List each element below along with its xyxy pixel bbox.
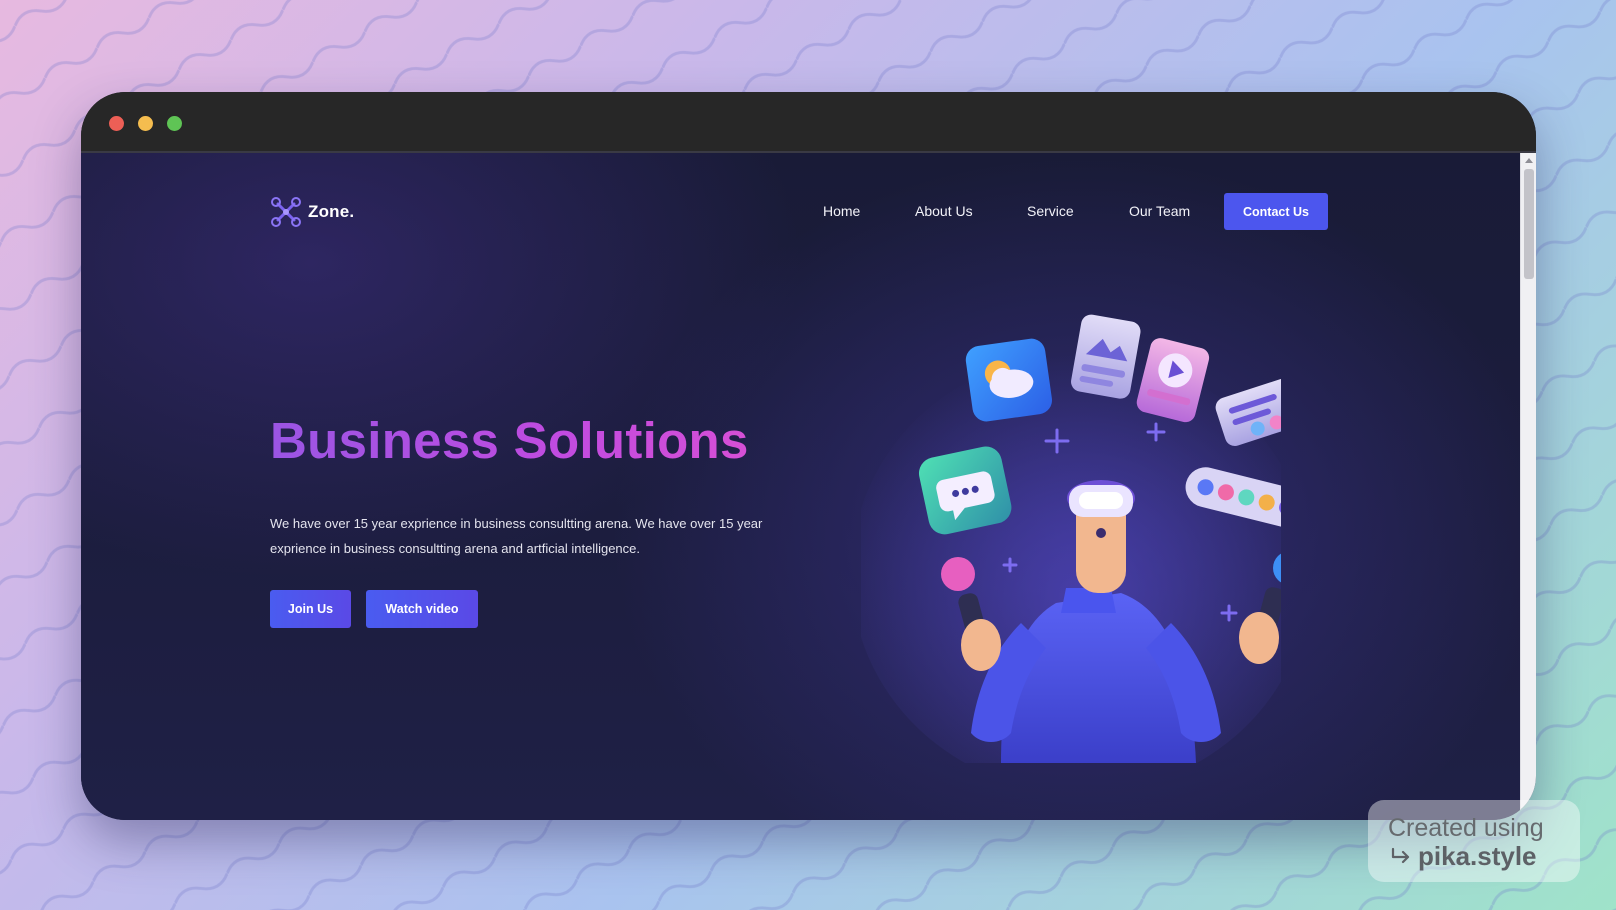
nav-item-our-team[interactable]: Our Team — [1129, 203, 1190, 219]
watermark-brand: pika.style — [1418, 841, 1537, 871]
hero-title: Business Solutions — [270, 412, 749, 469]
pika-watermark: Created using pika.style — [1368, 800, 1580, 882]
page-viewport: Zone. Home About Us Service Our Team Con… — [81, 153, 1520, 820]
nav-item-service[interactable]: Service — [1027, 203, 1074, 219]
window-titlebar — [81, 92, 1536, 153]
nav-item-about-us[interactable]: About Us — [915, 203, 973, 219]
weather-card-icon — [965, 338, 1052, 422]
vertical-scrollbar[interactable] — [1520, 153, 1536, 820]
contact-us-button[interactable]: Contact Us — [1224, 193, 1328, 230]
main-navigation: Home About Us Service Our Team Contact U… — [81, 193, 1520, 233]
vr-character-illustration — [861, 314, 1281, 763]
minimize-window-button[interactable] — [138, 116, 153, 131]
close-window-button[interactable] — [109, 116, 124, 131]
pika-arrow-icon — [1391, 847, 1410, 863]
browser-window: Zone. Home About Us Service Our Team Con… — [81, 92, 1536, 820]
hero-description: We have over 15 year exprience in busine… — [270, 516, 763, 556]
scroll-up-arrow-icon[interactable] — [1525, 158, 1533, 163]
watermark-line1: Created using — [1388, 814, 1544, 842]
nav-item-home[interactable]: Home — [823, 203, 860, 219]
join-us-button[interactable]: Join Us — [270, 590, 351, 628]
maximize-window-button[interactable] — [167, 116, 182, 131]
watch-video-button[interactable]: Watch video — [366, 590, 478, 628]
scrollbar-thumb[interactable] — [1524, 169, 1534, 279]
watermark-line2: pika.style — [1390, 841, 1537, 872]
